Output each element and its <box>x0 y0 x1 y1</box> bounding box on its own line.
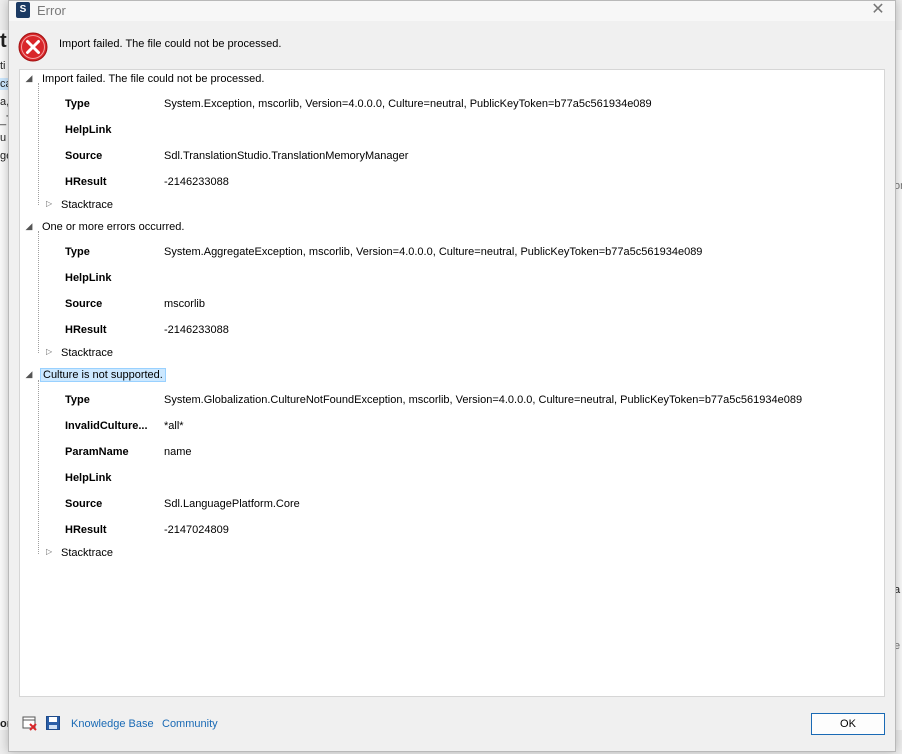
prop-name: HelpLink <box>65 124 112 136</box>
prop-value: -2146233088 <box>164 324 229 336</box>
expand-arrow-icon[interactable]: ▷ <box>46 347 52 356</box>
prop-name: InvalidCulture... <box>65 420 148 432</box>
prop-name: HResult <box>65 324 107 336</box>
collapse-arrow-icon[interactable]: ◢ <box>24 369 34 380</box>
prop-name: HResult <box>65 524 107 536</box>
dialog-header: Import failed. The file could not be pro… <box>9 23 895 69</box>
error-icon <box>18 32 48 62</box>
prop-name: Source <box>65 298 103 310</box>
stacktrace-label: Stacktrace <box>61 199 113 211</box>
background-text: ti <box>0 60 6 72</box>
tree-node-label: Import failed. The file could not be pro… <box>42 73 265 85</box>
prop-value: -2146233088 <box>164 176 229 188</box>
tree-node-label: One or more errors occurred. <box>42 221 185 233</box>
community-link[interactable]: Community <box>162 718 218 730</box>
prop-value: name <box>164 446 192 458</box>
tree-node-label-selected: Culture is not supported. <box>40 368 166 382</box>
prop-value: -2147024809 <box>164 524 229 536</box>
exception-tree[interactable]: ◢ Import failed. The file could not be p… <box>19 69 885 697</box>
tree-guide-line <box>38 83 39 205</box>
prop-name: HResult <box>65 176 107 188</box>
save-icon[interactable] <box>45 715 61 731</box>
header-message: Import failed. The file could not be pro… <box>59 38 282 50</box>
prop-value: *all* <box>164 420 184 432</box>
background-text: t <box>0 30 7 52</box>
app-logo-icon: S <box>16 2 30 18</box>
stacktrace-label: Stacktrace <box>61 347 113 359</box>
collapse-arrow-icon[interactable]: ◢ <box>24 73 34 84</box>
prop-name: HelpLink <box>65 472 112 484</box>
close-icon[interactable]: ✕ <box>867 1 889 19</box>
ok-button[interactable]: OK <box>811 713 885 735</box>
prop-value: System.AggregateException, mscorlib, Ver… <box>164 246 703 258</box>
prop-name: ParamName <box>65 446 129 458</box>
title-bar[interactable]: S Error ✕ <box>9 1 895 21</box>
prop-name: Type <box>65 98 90 110</box>
prop-value: System.Exception, mscorlib, Version=4.0.… <box>164 98 652 110</box>
window-title: Error <box>37 3 66 18</box>
dialog-footer: Knowledge Base Community OK <box>9 701 895 749</box>
tree-guide-line <box>38 231 39 353</box>
prop-name: Source <box>65 498 103 510</box>
clear-log-icon[interactable] <box>22 715 38 731</box>
expand-arrow-icon[interactable]: ▷ <box>46 199 52 208</box>
prop-name: Source <box>65 150 103 162</box>
collapse-arrow-icon[interactable]: ◢ <box>24 221 34 232</box>
expand-arrow-icon[interactable]: ▷ <box>46 547 52 556</box>
background-text: u <box>0 132 7 144</box>
prop-name: Type <box>65 394 90 406</box>
prop-value: Sdl.TranslationStudio.TranslationMemoryM… <box>164 150 409 162</box>
prop-value: mscorlib <box>164 298 205 310</box>
prop-name: Type <box>65 246 90 258</box>
stacktrace-label: Stacktrace <box>61 547 113 559</box>
prop-value: System.Globalization.CultureNotFoundExce… <box>164 394 803 406</box>
knowledge-base-link[interactable]: Knowledge Base <box>71 718 154 730</box>
tree-guide-line <box>38 380 39 554</box>
prop-name: HelpLink <box>65 272 112 284</box>
prop-value: Sdl.LanguagePlatform.Core <box>164 498 300 510</box>
error-dialog: S Error ✕ Import failed. The file could … <box>8 0 896 752</box>
